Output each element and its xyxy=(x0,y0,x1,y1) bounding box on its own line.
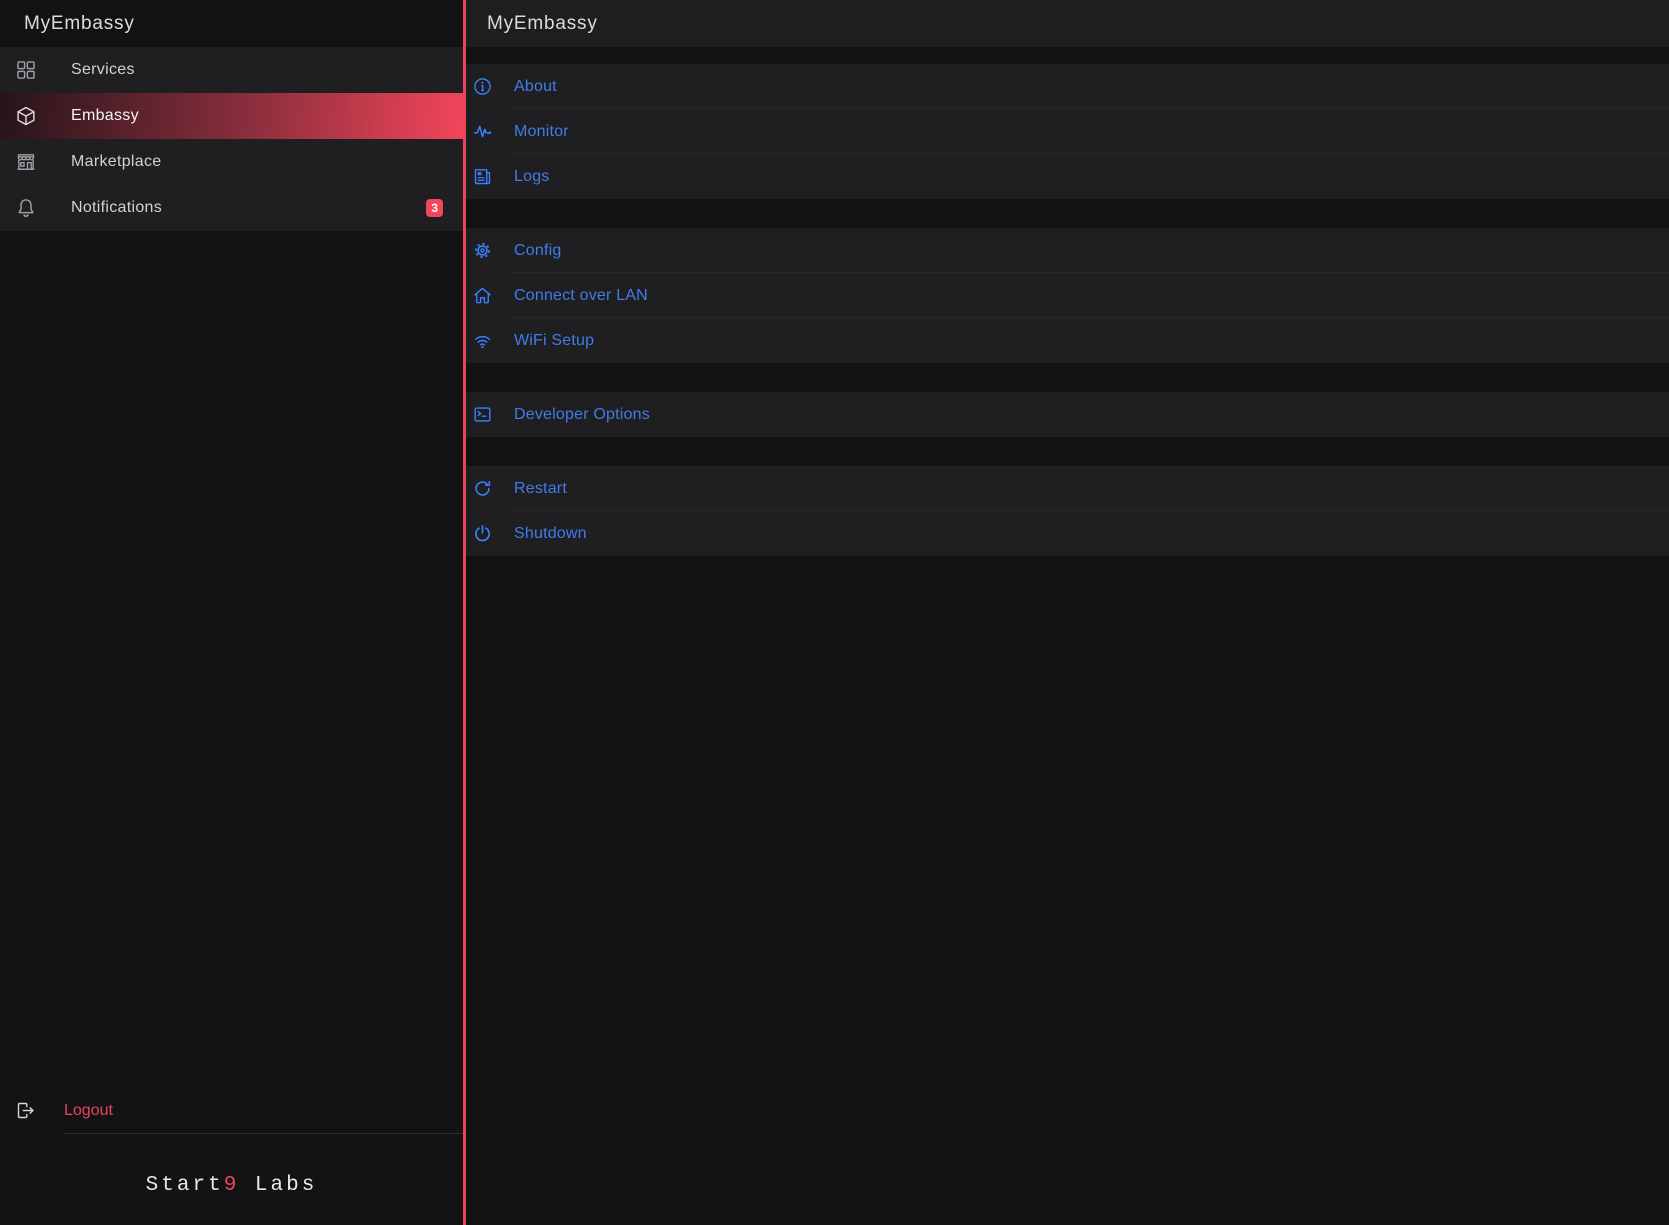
brand-prefix: Start xyxy=(146,1174,224,1197)
menu-item-restart[interactable]: Restart xyxy=(466,466,1669,511)
menu-item-label: Embassy xyxy=(71,107,139,125)
sidebar: MyEmbassy Services Embassy Marketplace Noti… xyxy=(0,0,463,1225)
menu-group-4: Restart Shutdown xyxy=(466,466,1669,556)
menu-item-label: Notifications xyxy=(71,199,162,217)
home-icon xyxy=(472,285,493,306)
settings-menu: About Monitor Logs Config Connect over LAN Wi… xyxy=(466,47,1669,1225)
brand-footer: Start9 Labs xyxy=(0,1134,463,1225)
menu-item-wifi-setup[interactable]: WiFi Setup xyxy=(466,318,1669,363)
cube-icon xyxy=(15,105,37,127)
sidebar-title: MyEmbassy xyxy=(24,13,135,35)
gear-icon xyxy=(472,240,493,261)
menu-item-monitor[interactable]: Monitor xyxy=(466,109,1669,154)
sidebar-nav: Services Embassy Marketplace Notifications 3 xyxy=(0,47,463,231)
menu-item-connect-over-lan[interactable]: Connect over LAN xyxy=(466,273,1669,318)
brand-digit: 9 xyxy=(224,1174,240,1197)
menu-item-label: Shutdown xyxy=(514,525,587,543)
menu-group-2: Config Connect over LAN WiFi Setup xyxy=(466,228,1669,363)
sidebar-item-services[interactable]: Services xyxy=(0,47,463,93)
pulse-icon xyxy=(472,121,493,142)
bell-icon xyxy=(15,197,37,219)
brand-suffix: Labs xyxy=(239,1174,317,1197)
logout-icon xyxy=(15,1100,36,1121)
menu-group-1: About Monitor Logs xyxy=(466,64,1669,199)
menu-item-label: Logs xyxy=(514,168,550,186)
newspaper-icon xyxy=(472,166,493,187)
sidebar-item-notifications[interactable]: Notifications 3 xyxy=(0,185,463,231)
menu-item-logs[interactable]: Logs xyxy=(466,154,1669,199)
menu-item-label: WiFi Setup xyxy=(514,332,594,350)
menu-item-label: Config xyxy=(514,242,561,260)
wifi-icon xyxy=(472,330,493,351)
logout-button[interactable]: Logout xyxy=(0,1088,463,1133)
menu-item-label: Connect over LAN xyxy=(514,287,648,305)
refresh-icon xyxy=(472,478,493,499)
menu-item-config[interactable]: Config xyxy=(466,228,1669,273)
storefront-icon xyxy=(15,151,37,173)
notification-count-badge: 3 xyxy=(426,199,443,217)
info-circle-icon xyxy=(472,76,493,97)
menu-item-about[interactable]: About xyxy=(466,64,1669,109)
menu-item-label: Monitor xyxy=(514,123,569,141)
menu-item-label: Developer Options xyxy=(514,406,650,424)
menu-item-label: Marketplace xyxy=(71,153,161,171)
sidebar-item-marketplace[interactable]: Marketplace xyxy=(0,139,463,185)
menu-item-developer-options[interactable]: Developer Options xyxy=(466,392,1669,437)
power-icon xyxy=(472,523,493,544)
sidebar-header: MyEmbassy xyxy=(0,0,463,47)
main-header: MyEmbassy xyxy=(466,0,1669,47)
menu-group-3: Developer Options xyxy=(466,392,1669,437)
menu-item-label: About xyxy=(514,78,557,96)
menu-item-shutdown[interactable]: Shutdown xyxy=(466,511,1669,556)
menu-item-label: Services xyxy=(71,61,135,79)
main-content: MyEmbassy About Monitor Logs Config Connect … xyxy=(466,0,1669,1225)
grid-icon xyxy=(15,59,37,81)
logout-label: Logout xyxy=(64,1102,113,1120)
menu-item-label: Restart xyxy=(514,480,567,498)
sidebar-spacer xyxy=(0,231,463,1088)
page-title: MyEmbassy xyxy=(487,13,598,35)
sidebar-item-embassy[interactable]: Embassy xyxy=(0,93,463,139)
terminal-icon xyxy=(472,404,493,425)
